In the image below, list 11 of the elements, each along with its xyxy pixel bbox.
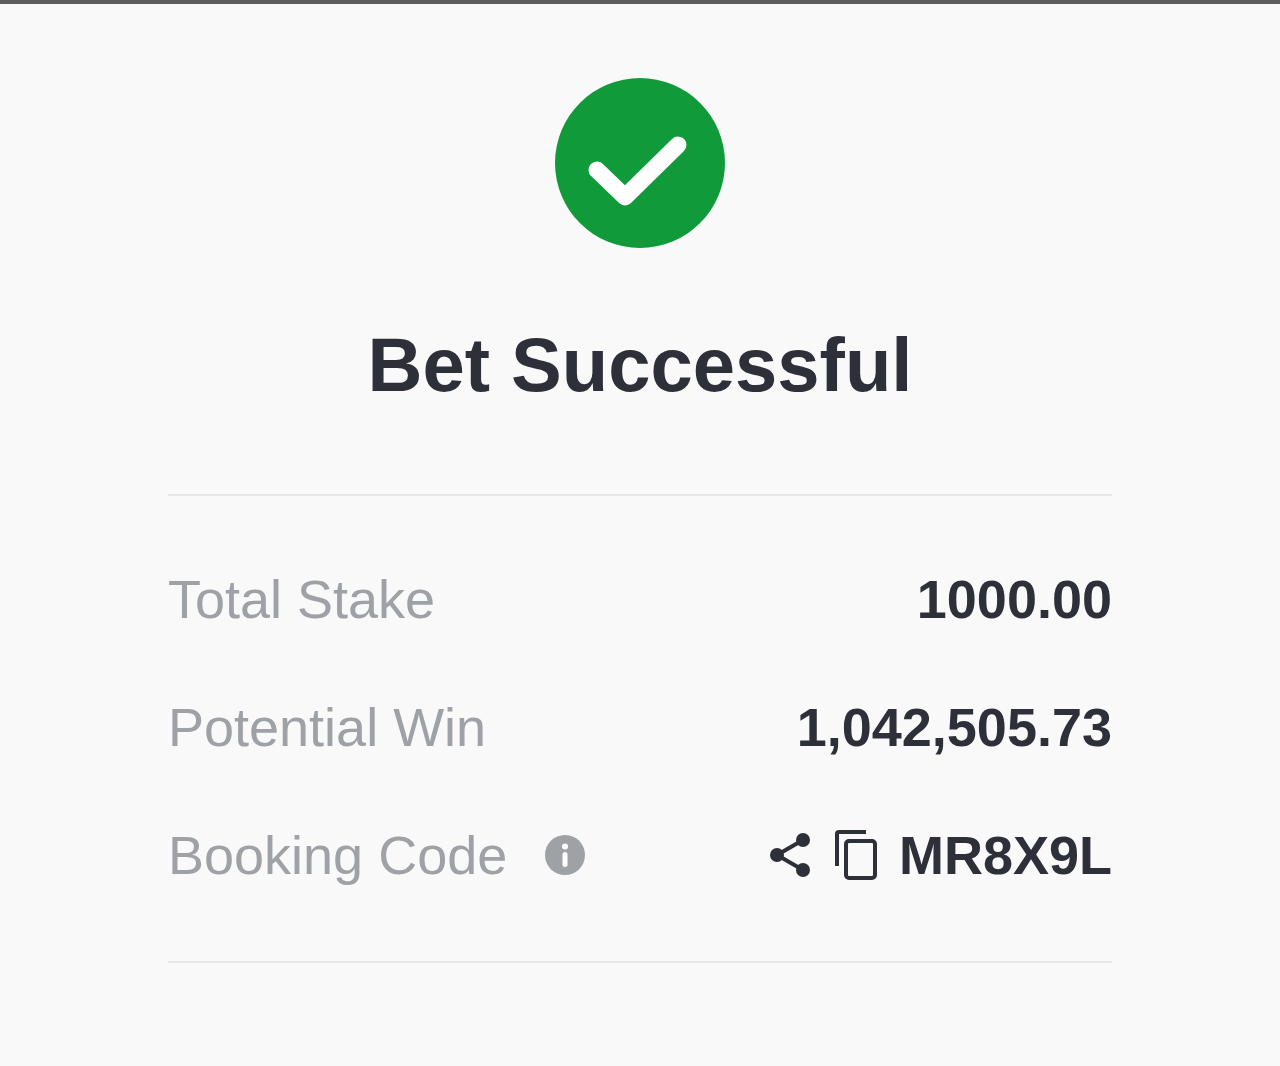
- share-icon[interactable]: [768, 833, 811, 877]
- copy-icon[interactable]: [834, 830, 877, 880]
- info-icon[interactable]: [545, 835, 586, 875]
- detail-label: Potential Win: [168, 696, 487, 758]
- check-circle-icon: [555, 78, 725, 248]
- amount-value: 1,042,505.73: [796, 696, 1112, 758]
- detail-label: Total Stake: [168, 568, 436, 630]
- booking-code: MR8X9L: [898, 824, 1112, 886]
- detail-label: Booking Code: [168, 824, 508, 886]
- status-title: Bet Successful: [367, 321, 913, 409]
- amount-value: 1000.00: [916, 568, 1112, 630]
